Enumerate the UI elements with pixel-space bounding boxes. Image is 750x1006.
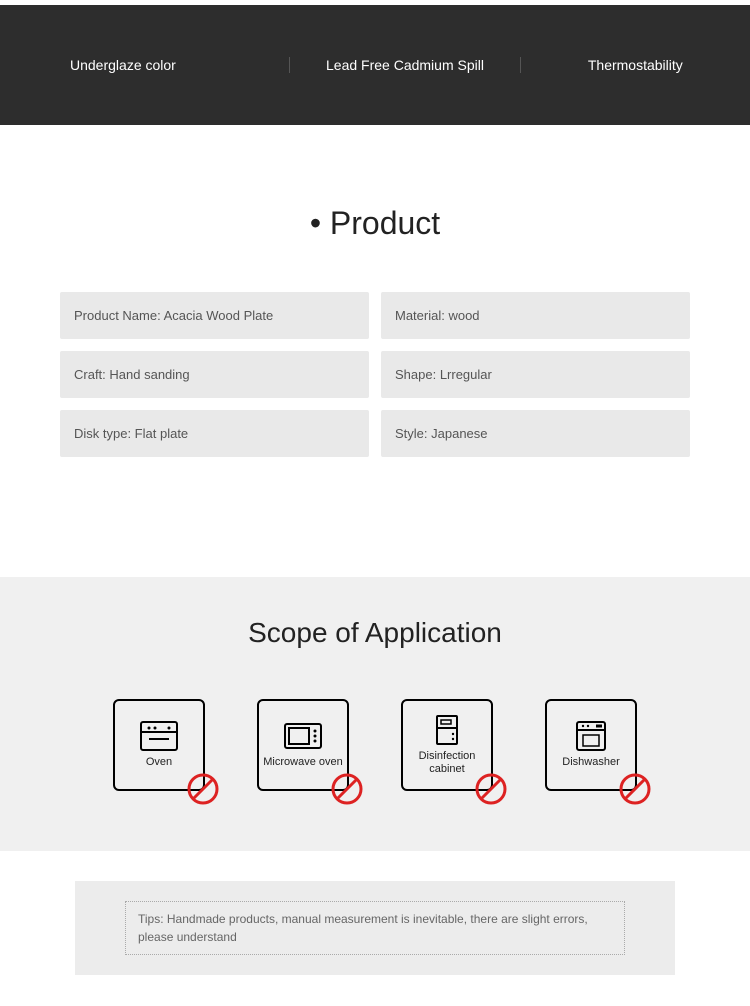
prohibited-icon	[331, 773, 363, 805]
feature-underglaze: Underglaze color	[0, 57, 290, 73]
scope-label: Dishwasher	[562, 756, 619, 769]
features-bar: Underglaze color Lead Free Cadmium Spill…	[0, 5, 750, 125]
scope-item-microwave: Microwave oven	[257, 699, 349, 791]
spec-grid: Product Name: Acacia Wood Plate Material…	[60, 292, 690, 457]
feature-thermostability: Thermostability	[521, 57, 750, 73]
product-heading: Product	[60, 205, 690, 242]
spec-style: Style: Japanese	[381, 410, 690, 457]
product-section: Product Product Name: Acacia Wood Plate …	[0, 125, 750, 577]
spec-shape: Shape: Lrregular	[381, 351, 690, 398]
spec-product-name: Product Name: Acacia Wood Plate	[60, 292, 369, 339]
tips-text: Tips: Handmade products, manual measurem…	[125, 901, 625, 955]
dishwasher-icon	[571, 720, 611, 752]
prohibited-icon	[187, 773, 219, 805]
spec-disk-type: Disk type: Flat plate	[60, 410, 369, 457]
scope-label: Microwave oven	[263, 756, 342, 769]
disinfection-cabinet-icon	[427, 714, 467, 746]
feature-lead-free: Lead Free Cadmium Spill	[290, 57, 520, 73]
spec-material: Material: wood	[381, 292, 690, 339]
scope-section: Scope of Application Oven	[0, 577, 750, 851]
prohibited-icon	[475, 773, 507, 805]
scope-icons-row: Oven Microwave oven	[0, 699, 750, 791]
spec-craft: Craft: Hand sanding	[60, 351, 369, 398]
scope-item-dishwasher: Dishwasher	[545, 699, 637, 791]
prohibited-icon	[619, 773, 651, 805]
scope-item-disinfection: Disinfection cabinet	[401, 699, 493, 791]
tips-section: Tips: Handmade products, manual measurem…	[75, 881, 675, 975]
scope-heading: Scope of Application	[0, 617, 750, 649]
microwave-icon	[283, 720, 323, 752]
scope-item-oven: Oven	[113, 699, 205, 791]
oven-icon	[139, 720, 179, 752]
scope-label: Oven	[146, 756, 172, 769]
